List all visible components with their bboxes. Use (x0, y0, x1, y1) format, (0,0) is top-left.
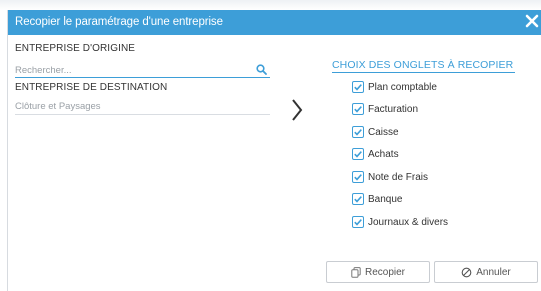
copy-button[interactable]: Recopier (326, 261, 430, 283)
checkbox-facturation[interactable] (352, 103, 364, 115)
dialog-title: Recopier le paramétrage d'une entreprise (15, 16, 223, 28)
destination-field[interactable]: Clôture et Paysages (15, 101, 101, 112)
cancel-button-label: Annuler (476, 266, 511, 278)
destination-label: ENTREPRISE DE DESTINATION (15, 82, 168, 93)
checkbox-note-de-frais[interactable] (352, 171, 364, 183)
checkbox-label: Achats (368, 149, 399, 160)
copy-settings-dialog: Recopier le paramétrage d'une entreprise… (7, 10, 541, 291)
tabs-section-underline (332, 72, 515, 73)
checkbox-caisse[interactable] (352, 126, 364, 138)
checkbox-label: Note de Frais (368, 172, 429, 183)
checkbox-label: Caisse (368, 127, 399, 138)
checkbox-label: Journaux & divers (368, 217, 449, 228)
checkbox-label: Facturation (368, 104, 419, 115)
background-fade (0, 0, 541, 10)
close-icon[interactable] (524, 13, 540, 29)
tabs-section-title: CHOIX DES ONGLETS À RECOPIER (332, 59, 514, 71)
destination-underline (15, 114, 270, 115)
search-icon[interactable] (256, 64, 267, 75)
origin-label: ENTREPRISE D'ORIGINE (15, 43, 136, 54)
checkbox-plan-comptable[interactable] (352, 81, 364, 93)
dialog-titlebar: Recopier le paramétrage d'une entreprise (8, 10, 541, 35)
origin-search-input[interactable]: Rechercher... (15, 65, 72, 76)
cancel-icon (461, 267, 472, 277)
copy-button-label: Recopier (364, 266, 406, 278)
checkbox-label: Banque (368, 194, 403, 205)
chevron-right-icon (292, 99, 303, 121)
checkbox-achats[interactable] (352, 148, 364, 160)
origin-search-underline (15, 77, 270, 78)
cancel-button[interactable]: Annuler (434, 261, 538, 283)
checkbox-label: Plan comptable (368, 82, 437, 93)
copy-icon (351, 266, 361, 278)
checkbox-banque[interactable] (352, 193, 364, 205)
checkbox-journaux-divers[interactable] (352, 216, 364, 228)
